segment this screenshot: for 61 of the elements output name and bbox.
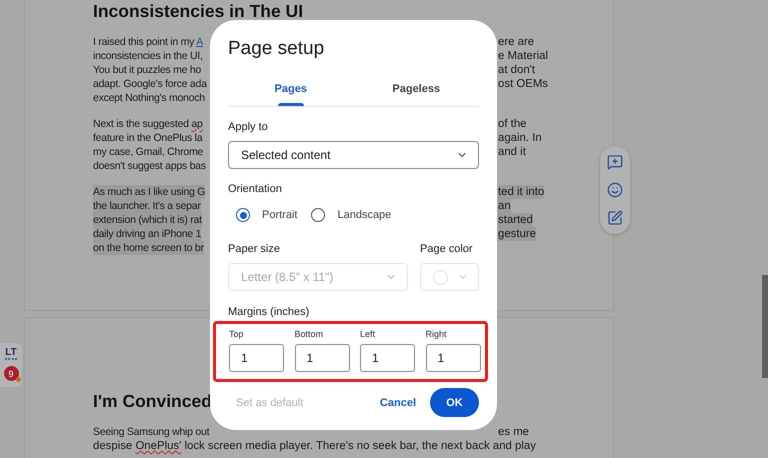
add-comment-icon[interactable] <box>607 154 623 170</box>
margin-label: Top <box>229 329 244 339</box>
field-label: Margins (inches) <box>228 305 310 319</box>
ok-button[interactable]: OK <box>430 388 479 417</box>
orientation-option[interactable]: Portrait <box>236 208 298 222</box>
paragraph-text: doesn't suggest apps bas <box>93 159 206 173</box>
margin-label: Right <box>426 329 447 339</box>
field-label: Page color <box>420 242 474 256</box>
paragraph-text: gesture <box>498 227 536 241</box>
paragraph-text: ere are <box>498 35 534 49</box>
paragraph-text: You but it puzzles me ho <box>93 63 202 77</box>
dialog-tab[interactable]: Pageless <box>354 71 479 106</box>
margin-input[interactable]: 1 <box>426 344 480 372</box>
paragraph-text: e Material <box>498 49 548 63</box>
paragraph-text: ted it into <box>498 185 544 199</box>
section-heading: Inconsistencies in The UI <box>93 0 304 22</box>
widget-logo: LT <box>5 347 17 360</box>
pen-square-icon[interactable] <box>607 210 623 226</box>
margin-input[interactable]: 1 <box>229 344 284 372</box>
scrollbar-thumb[interactable] <box>762 275 768 378</box>
paragraph-text: and it <box>498 145 526 159</box>
paragraph-text: es me <box>498 425 530 439</box>
paragraph-text: adapt. Google's force ada <box>93 77 207 91</box>
paragraph-text: my case, Gmail, Chrome <box>93 145 204 159</box>
field-label: Apply to <box>228 120 269 134</box>
paragraph-text: daily driving an iPhone 1 <box>93 227 202 241</box>
paragraph-text: inconsistencies in the UI, <box>93 49 203 63</box>
paragraph-text: except Nothing's monoch <box>93 91 205 105</box>
article-link[interactable]: A <box>196 36 203 48</box>
field-label: Orientation <box>228 182 283 196</box>
cancel-button[interactable]: Cancel <box>374 392 421 412</box>
paragraph-text: As much as I like using G <box>93 185 206 199</box>
paragraph-text: started <box>498 213 533 227</box>
paragraph-text: again. In <box>498 131 542 145</box>
paragraph-text: on the home screen to br <box>93 241 204 255</box>
paragraph-text: the launcher. It's a separ <box>93 199 201 213</box>
radio-button[interactable] <box>236 208 250 222</box>
orientation-option[interactable]: Landscape <box>311 208 392 222</box>
paragraph-text: Next is the suggested ap <box>93 117 203 131</box>
paragraph-text: despise OnePlus' lock screen media player. There's no seek bar, the next back and play <box>93 439 536 453</box>
paragraph-text: Seeing Samsung whip out <box>93 425 210 439</box>
radio-button[interactable] <box>311 208 326 222</box>
margin-input[interactable]: 1 <box>294 344 350 372</box>
paragraph-text: at don't <box>498 63 536 77</box>
dialog-title: Page setup <box>228 37 326 61</box>
paragraph-text: extension (which it is) rat <box>93 213 202 227</box>
margin-label: Left <box>360 329 376 339</box>
paragraph-text: feature in the OnePlus la <box>93 131 202 145</box>
paragraph-text: of the <box>498 117 526 131</box>
paragraph-text: ost OEMs <box>498 77 548 91</box>
paragraph-text: an <box>498 199 511 213</box>
apply-to-select[interactable]: Selected content <box>228 141 479 169</box>
grammar-widget[interactable]: LT 9 <box>0 343 22 387</box>
emoji-icon[interactable] <box>607 182 623 198</box>
margin-input[interactable]: 1 <box>360 344 415 372</box>
paragraph-text: I raised this point in my A <box>93 35 203 49</box>
dialog-tab[interactable]: Pages <box>228 71 354 106</box>
count-badge: 9 <box>4 366 18 381</box>
field-label: Paper size <box>228 242 281 256</box>
section-heading: I'm Convinced <box>93 390 212 412</box>
margin-label: Bottom <box>294 329 324 339</box>
